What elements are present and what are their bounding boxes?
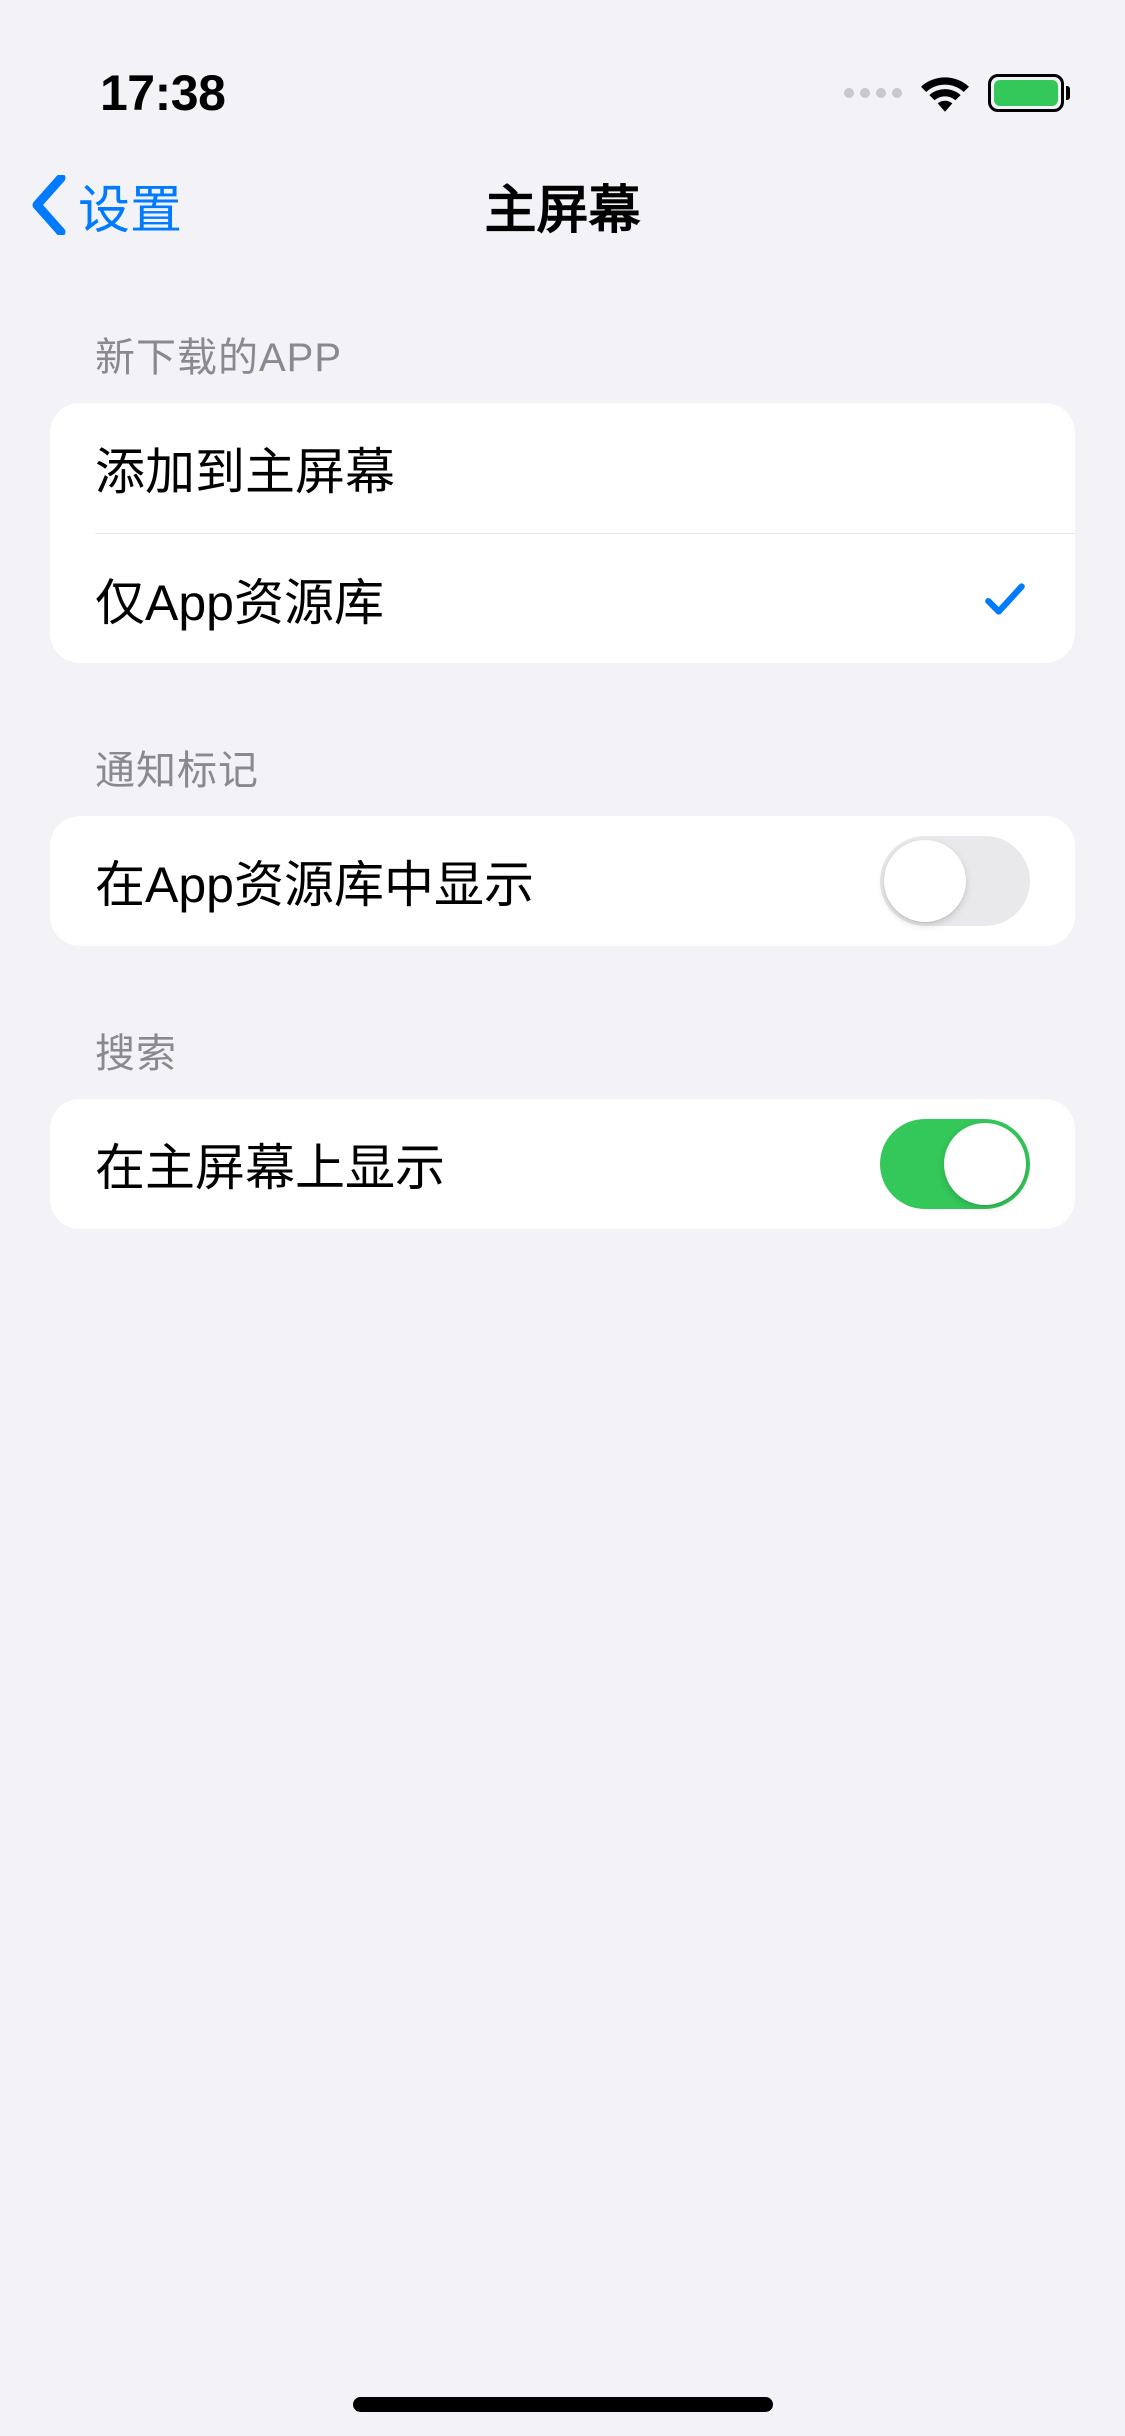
row-label: 在主屏幕上显示 [95, 1128, 445, 1200]
group-badges: 在App资源库中显示 [50, 816, 1075, 946]
row-show-in-app-library: 在App资源库中显示 [50, 816, 1075, 946]
home-indicator[interactable] [353, 2397, 773, 2412]
group-new-apps: 添加到主屏幕 仅App资源库 [50, 403, 1075, 663]
battery-icon [988, 74, 1070, 112]
option-add-to-home[interactable]: 添加到主屏幕 [50, 403, 1075, 533]
cellular-signal-icon [844, 88, 902, 98]
section-header-new-apps: 新下载的APP [50, 325, 1075, 403]
chevron-left-icon [30, 175, 68, 235]
status-right [844, 74, 1070, 112]
status-bar: 17:38 [0, 0, 1125, 140]
status-time: 17:38 [100, 64, 225, 122]
page-title: 主屏幕 [484, 168, 640, 243]
section-badges: 通知标记 在App资源库中显示 [50, 738, 1075, 946]
navigation-bar: 设置 主屏幕 [0, 140, 1125, 270]
toggle-show-on-home[interactable] [880, 1119, 1030, 1209]
toggle-show-in-app-library[interactable] [880, 836, 1030, 926]
checkmark-icon [980, 574, 1030, 624]
section-new-apps: 新下载的APP 添加到主屏幕 仅App资源库 [50, 325, 1075, 663]
group-search: 在主屏幕上显示 [50, 1099, 1075, 1229]
row-label: 在App资源库中显示 [95, 845, 534, 917]
wifi-icon [920, 74, 970, 112]
section-header-search: 搜索 [50, 1021, 1075, 1099]
section-search: 搜索 在主屏幕上显示 [50, 1021, 1075, 1229]
option-app-library-only[interactable]: 仅App资源库 [95, 533, 1075, 663]
back-label: 设置 [78, 168, 182, 243]
section-header-badges: 通知标记 [50, 738, 1075, 816]
back-button[interactable]: 设置 [30, 168, 182, 243]
row-show-on-home: 在主屏幕上显示 [50, 1099, 1075, 1229]
option-label: 添加到主屏幕 [95, 432, 395, 504]
option-label: 仅App资源库 [95, 563, 384, 635]
